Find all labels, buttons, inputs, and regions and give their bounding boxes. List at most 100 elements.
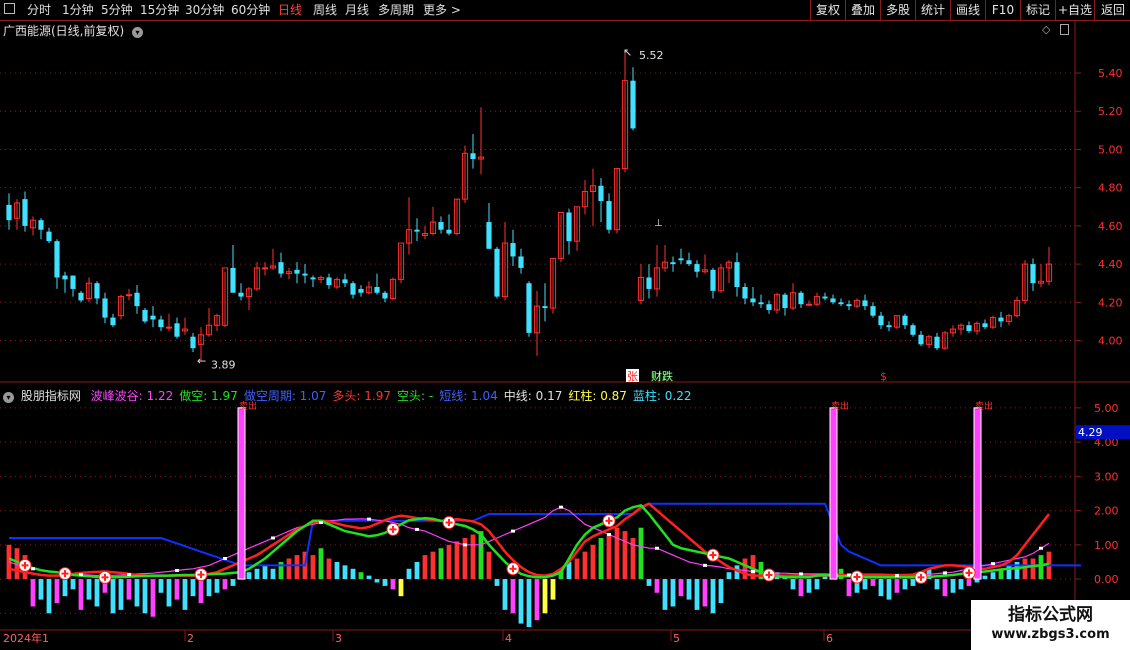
indicator-column <box>982 575 988 580</box>
indicator-column <box>510 579 516 614</box>
fuquan-button[interactable]: 复权 <box>810 0 845 20</box>
watermark-badge: 指标公式网 www.zbgs3.com <box>971 600 1130 650</box>
candle-body <box>838 302 844 305</box>
indicator-column <box>790 579 796 590</box>
tab-more[interactable]: 更多 > <box>423 2 461 18</box>
indicator-column <box>1038 555 1044 580</box>
indicator-column <box>990 572 996 580</box>
indicator-column <box>382 579 388 586</box>
indicator-column <box>270 568 276 580</box>
indicator-column <box>702 579 708 607</box>
tab-weekly[interactable]: 周线 <box>313 2 337 18</box>
candle-body <box>54 241 60 278</box>
multi-stock-button[interactable]: 多股 <box>880 0 915 20</box>
indicator-column <box>390 579 396 590</box>
candle-body <box>78 292 84 301</box>
midline-dot <box>751 570 755 574</box>
indicator-column <box>622 531 628 580</box>
stats-button[interactable]: 统计 <box>915 0 950 20</box>
tab-60min[interactable]: 60分钟 <box>231 2 270 18</box>
back-button[interactable]: 返回 <box>1094 0 1130 20</box>
candle-body <box>542 306 548 309</box>
candle-body <box>278 262 284 274</box>
midline-dot <box>367 517 371 521</box>
indicator-column <box>470 534 476 580</box>
tab-daily[interactable]: 日线 <box>278 2 302 18</box>
midline-dot <box>703 563 707 567</box>
tab-multi-period[interactable]: 多周期 <box>378 2 414 18</box>
indicator-column <box>454 541 460 580</box>
indicator-column <box>614 527 620 580</box>
indicator-column <box>150 579 156 617</box>
candle-body <box>414 229 420 232</box>
indicator-column <box>574 558 580 580</box>
indicator-column <box>686 579 692 600</box>
indicator-column <box>350 568 356 580</box>
indicator-column <box>862 579 868 590</box>
candle-body <box>710 269 716 291</box>
tab-5min[interactable]: 5分钟 <box>101 2 133 18</box>
indicator-column <box>438 548 444 580</box>
tab-monthly[interactable]: 月线 <box>345 2 369 18</box>
indicator-column <box>1030 558 1036 580</box>
draw-line-button[interactable]: 画线 <box>950 0 985 20</box>
midline-dot <box>1039 546 1043 550</box>
indicator-line-0 <box>9 502 1081 567</box>
indicator-column <box>54 579 60 604</box>
indicator-column <box>718 579 724 604</box>
midline-dot <box>319 521 323 525</box>
candle-body <box>678 258 684 261</box>
candle-body <box>822 296 828 299</box>
price-axis-label: 5.20 <box>1098 105 1123 118</box>
chart-area[interactable]: 5.40 5.20 5.00 4.80 4.60 4.40 4.20 4.00 ↖ 5.52 ← 3… <box>0 21 1130 650</box>
indicator-column <box>414 561 420 580</box>
indicator-column <box>374 579 380 583</box>
indicator-column <box>286 558 292 580</box>
candle-body <box>350 283 356 295</box>
candle-body <box>862 300 868 307</box>
candle-body <box>798 292 804 305</box>
candle-body <box>910 325 916 335</box>
tab-1min[interactable]: 1分钟 <box>62 2 94 18</box>
overlay-button[interactable]: 叠加 <box>845 0 880 20</box>
indicator-column <box>934 579 940 590</box>
toolbar-window-icon[interactable] <box>4 3 15 14</box>
candle-body <box>358 288 364 293</box>
candle-body <box>374 287 380 293</box>
add-watchlist-button[interactable]: +自选 <box>1055 0 1094 20</box>
indicator-column <box>446 544 452 580</box>
indicator-column <box>246 572 252 580</box>
candle-body <box>1030 264 1036 284</box>
indicator-column <box>214 579 220 593</box>
indicator-column <box>502 579 508 610</box>
indicator-column <box>358 572 364 580</box>
candle-body <box>694 264 700 272</box>
midline-dot <box>895 574 899 578</box>
tab-fenshi[interactable]: 分时 <box>27 2 51 18</box>
tab-30min[interactable]: 30分钟 <box>185 2 224 18</box>
midline-dot <box>127 573 131 577</box>
midline-dot <box>79 573 83 577</box>
indicator-column <box>662 579 668 610</box>
candle-body <box>734 262 740 288</box>
candle-body <box>782 294 788 309</box>
indicator-column <box>542 579 548 614</box>
indicator-column <box>726 572 732 580</box>
period-toolbar: 分时 1分钟 5分钟 15分钟 30分钟 60分钟 日线 周线 月线 多周期 更… <box>0 0 1130 21</box>
tab-15min[interactable]: 15分钟 <box>140 2 179 18</box>
mark-button[interactable]: 标记 <box>1020 0 1055 20</box>
candle-body <box>494 248 500 297</box>
watermark-url: www.zbgs3.com <box>991 627 1110 642</box>
midline-dot <box>31 567 35 571</box>
indicator-column <box>958 579 964 590</box>
indicator-column <box>670 579 676 607</box>
candle-body <box>134 292 140 307</box>
time-axis-label: 2 <box>187 632 194 645</box>
watermark-title: 指标公式网 <box>1008 605 1093 625</box>
candle-body <box>70 275 76 289</box>
indicator-column <box>710 579 716 614</box>
f10-button[interactable]: F10 <box>985 0 1020 20</box>
candle-body <box>598 185 604 202</box>
indicator-line-3 <box>8 504 1050 579</box>
candle-body <box>174 323 180 337</box>
